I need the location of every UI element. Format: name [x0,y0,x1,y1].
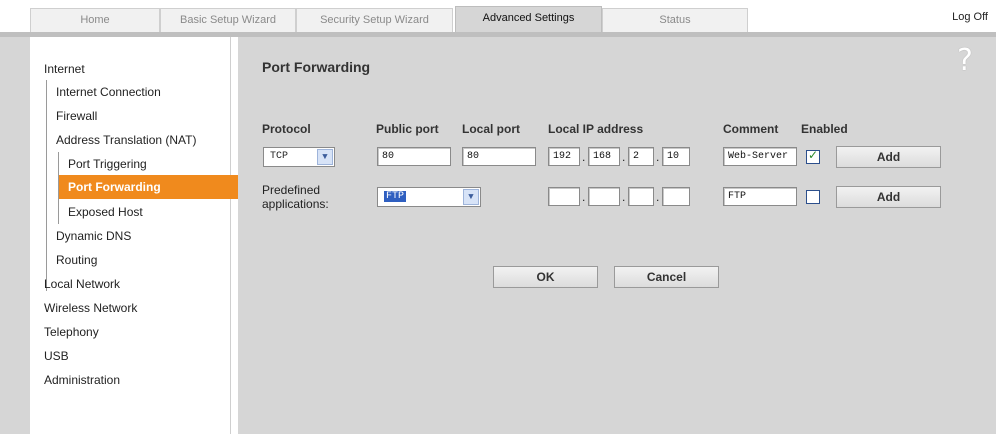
predefined-ip-octet-3-input[interactable] [628,187,654,206]
enabled-checkbox[interactable]: ✓ [806,148,820,164]
tab-advanced-settings[interactable]: Advanced Settings [455,6,602,32]
tab-status[interactable]: Status [602,8,748,32]
page-title: Port Forwarding [262,59,371,75]
sidebar-item-firewall[interactable]: Firewall [56,109,97,123]
sidebar-item-internet-connection[interactable]: Internet Connection [56,85,161,99]
tab-basic-setup-wizard[interactable]: Basic Setup Wizard [160,8,296,32]
cancel-button[interactable]: Cancel [614,266,719,288]
predefined-application-value: FTP [384,191,407,202]
chevron-down-icon: ▼ [463,189,479,205]
sidebar-item-exposed-host[interactable]: Exposed Host [68,205,143,219]
check-icon: ✓ [808,148,819,162]
sidebar-item-internet[interactable]: Internet [44,62,85,76]
ip-octet-1-input[interactable]: 192 [548,147,580,166]
tab-home[interactable]: Home [30,8,160,32]
predefined-application-select[interactable]: FTP ▼ [377,187,481,207]
column-header-protocol: Protocol [262,122,311,136]
ip-dot: . [582,190,586,204]
predefined-label-line1: Predefined [262,183,321,197]
ip-octet-2-input[interactable]: 168 [588,147,620,166]
predefined-enabled-checkbox[interactable] [806,190,820,204]
column-header-public-port: Public port [376,122,439,136]
sidebar-item-dynamic-dns[interactable]: Dynamic DNS [56,229,131,243]
local-port-input[interactable]: 80 [462,147,536,166]
column-header-local-port: Local port [462,122,521,136]
ip-octet-3-input[interactable]: 2 [628,147,654,166]
protocol-select-value: TCP [270,151,289,162]
sidebar-item-wireless-network[interactable]: Wireless Network [44,301,137,315]
predefined-ip-octet-1-input[interactable] [548,187,580,206]
predefined-ip-octet-4-input[interactable] [662,187,690,206]
comment-input[interactable]: Web-Server [723,147,797,166]
chevron-down-icon: ▼ [317,149,333,165]
column-header-comment: Comment [723,122,779,136]
help-icon[interactable]: ? [957,43,973,78]
protocol-select[interactable]: TCP ▼ [263,147,335,167]
ip-dot: . [656,150,660,164]
ok-button[interactable]: OK [493,266,598,288]
column-header-enabled: Enabled [801,122,848,136]
sidebar-item-routing[interactable]: Routing [56,253,97,267]
predefined-comment-input[interactable]: FTP [723,187,797,206]
sidebar-divider [230,37,231,434]
sidebar-item-local-network[interactable]: Local Network [44,277,120,291]
ip-octet-4-input[interactable]: 10 [662,147,690,166]
sidebar-item-telephony[interactable]: Telephony [44,325,99,339]
predefined-label-line2: applications: [262,197,329,211]
sidebar-item-usb[interactable]: USB [44,349,69,363]
tree-line-internet [46,80,47,291]
ip-dot: . [622,190,626,204]
ip-dot: . [656,190,660,204]
add-button[interactable]: Add [836,146,941,168]
ip-dot: . [622,150,626,164]
top-tab-bar: Home Basic Setup Wizard Security Setup W… [0,0,996,32]
column-header-local-ip: Local IP address [548,122,644,136]
log-off-link[interactable]: Log Off [952,11,988,23]
public-port-input[interactable]: 80 [377,147,451,166]
tab-security-setup-wizard[interactable]: Security Setup Wizard [296,8,453,32]
sidebar-item-nat[interactable]: Address Translation (NAT) [56,133,197,147]
sidebar-item-port-triggering[interactable]: Port Triggering [68,157,147,171]
sidebar-item-administration[interactable]: Administration [44,373,120,387]
predefined-ip-octet-2-input[interactable] [588,187,620,206]
sidebar-item-port-forwarding[interactable]: Port Forwarding [68,180,161,194]
predefined-add-button[interactable]: Add [836,186,941,208]
ip-dot: . [582,150,586,164]
